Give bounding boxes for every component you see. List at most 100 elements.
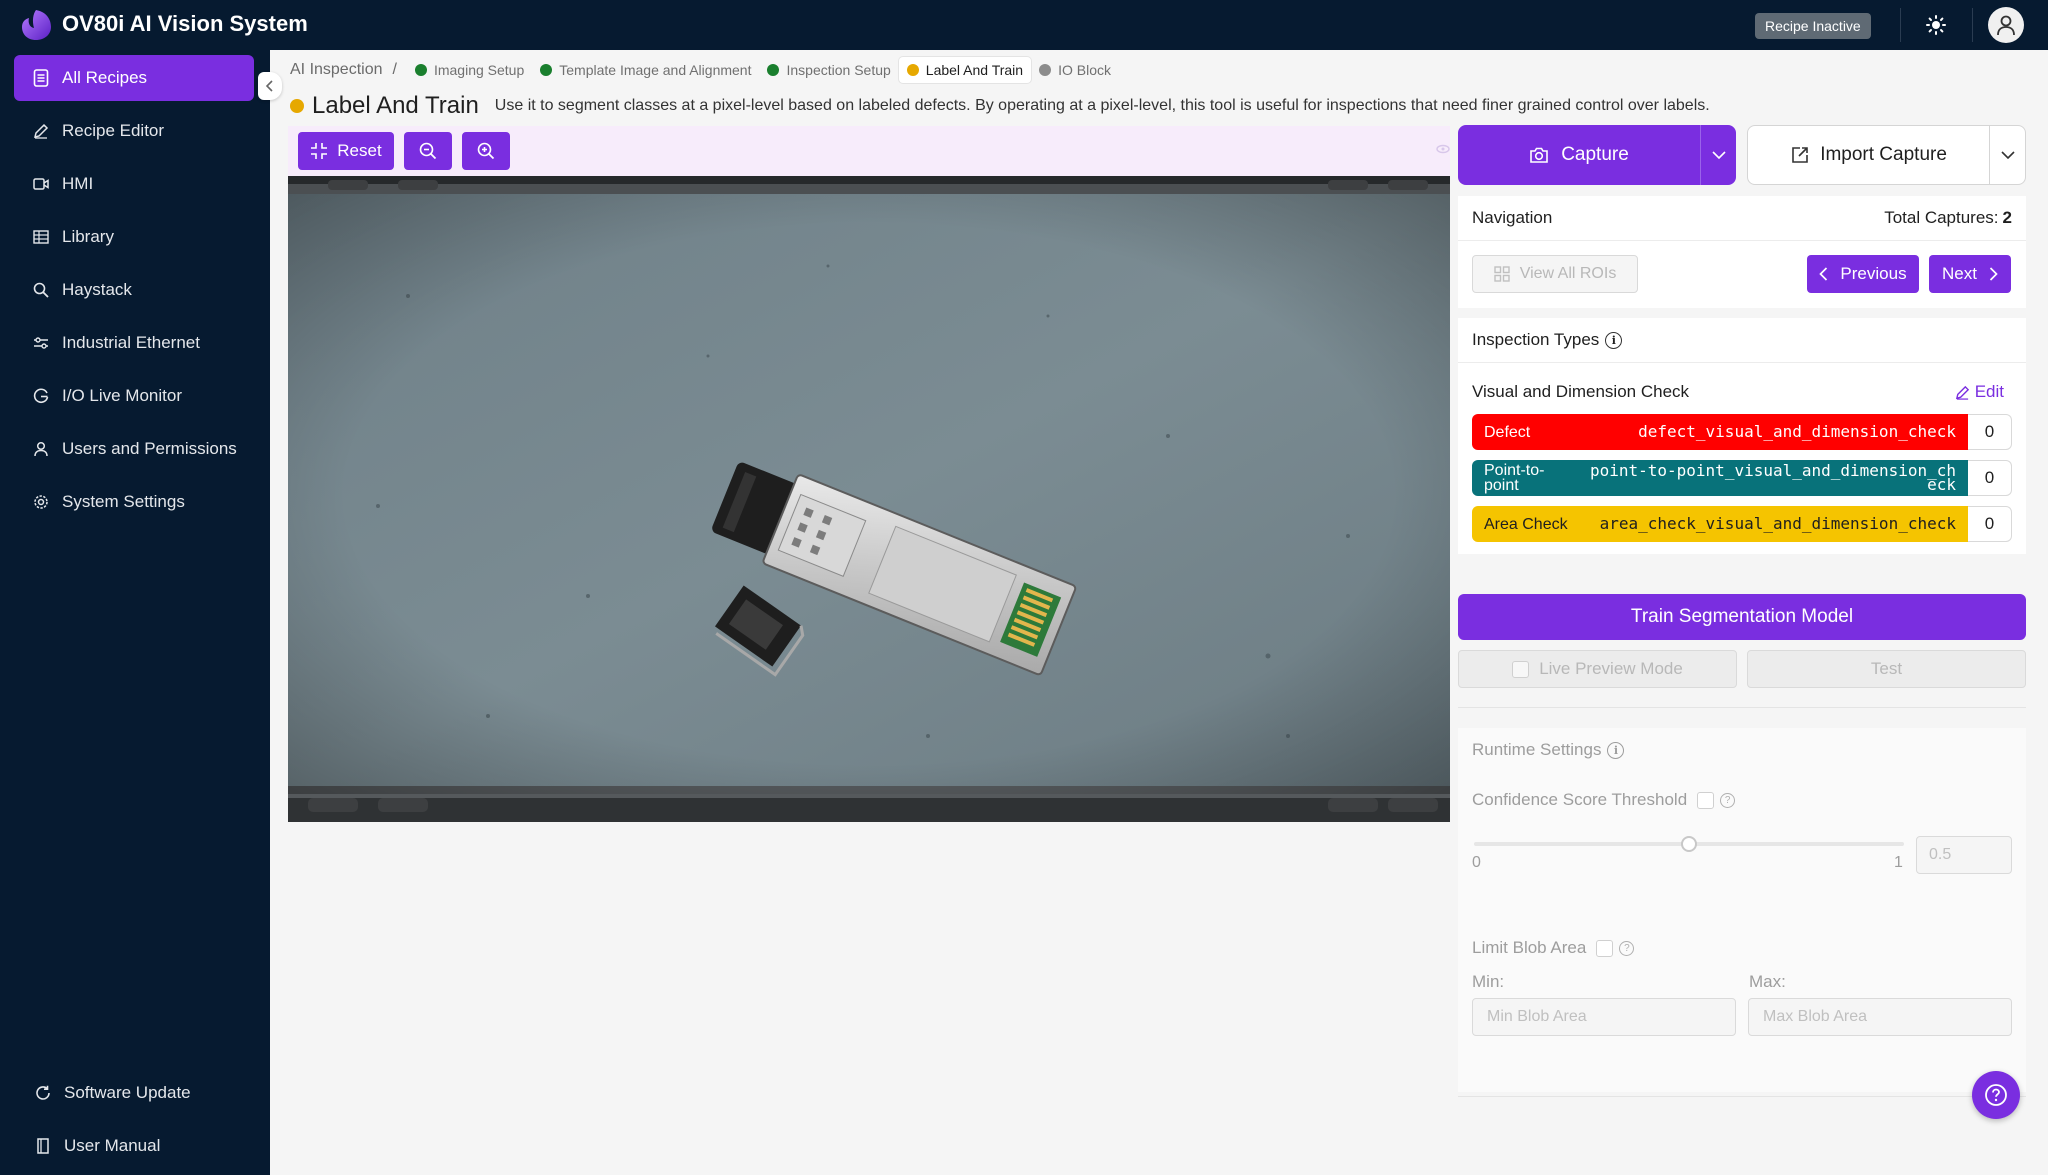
previous-label: Previous xyxy=(1840,264,1907,283)
sidebar-item-software-update[interactable]: Software Update xyxy=(14,1070,254,1116)
total-captures-label: Total Captures: xyxy=(1884,208,1999,227)
sidebar-item-label: All Recipes xyxy=(62,68,148,87)
sidebar-item-industrial-ethernet[interactable]: Industrial Ethernet xyxy=(14,320,254,366)
total-captures: Total Captures: 2 xyxy=(1884,208,2012,228)
capture-button[interactable]: Capture xyxy=(1458,125,1700,185)
confidence-threshold-label: Confidence Score Threshold xyxy=(1472,790,1688,809)
status-dot xyxy=(414,64,427,76)
inspection-types-title: Inspection Types xyxy=(1472,330,1600,349)
page-title: Label And Train xyxy=(312,92,479,119)
chevron-left-icon xyxy=(1819,267,1828,281)
inspection-type-row-defect[interactable]: Defect defect_visual_and_dimension_check… xyxy=(1472,414,2012,450)
canvas-toolbar: Reset xyxy=(288,126,1450,176)
class-chip[interactable]: Area Check area_check_visual_and_dimensi… xyxy=(1472,506,1968,542)
class-short-name: Point-to-point xyxy=(1484,462,1545,494)
class-chip[interactable]: Defect defect_visual_and_dimension_check xyxy=(1472,414,1968,450)
help-icon[interactable]: ? xyxy=(1720,792,1736,808)
step-label: Imaging Setup xyxy=(433,62,525,78)
next-button[interactable]: Next xyxy=(1929,255,2011,293)
test-button[interactable]: Test xyxy=(1747,650,2026,688)
gauge-icon xyxy=(32,387,50,405)
status-dot xyxy=(906,64,919,76)
user-avatar-button[interactable] xyxy=(1988,7,2024,43)
confidence-threshold-row: Confidence Score Threshold ? xyxy=(1472,790,1736,810)
min-blob-label: Min: xyxy=(1472,972,1505,991)
question-circle-icon xyxy=(1985,1084,2007,1106)
pencil-icon xyxy=(1955,385,1969,400)
eye-icon[interactable] xyxy=(1436,144,1450,154)
sidebar-item-hmi[interactable]: HMI xyxy=(14,161,254,207)
divider xyxy=(1458,362,2026,363)
step-label: Label And Train xyxy=(925,62,1024,78)
sidebar-item-user-manual[interactable]: User Manual xyxy=(14,1123,254,1169)
zoom-in-button[interactable] xyxy=(462,132,510,170)
step-template-image-and-alignment[interactable]: Template Image and Alignment xyxy=(532,57,759,83)
capture-image-canvas[interactable] xyxy=(288,176,1450,822)
theme-toggle-button[interactable] xyxy=(1918,7,1954,43)
runtime-settings-header: Runtime Settings i xyxy=(1472,740,1625,760)
sidebar-item-all-recipes[interactable]: All Recipes xyxy=(14,55,254,101)
step-io-block[interactable]: IO Block xyxy=(1031,57,1119,83)
gear-icon xyxy=(32,493,50,511)
sidebar-item-library[interactable]: Library xyxy=(14,214,254,260)
sidebar-item-users-and-permissions[interactable]: Users and Permissions xyxy=(14,426,254,472)
reset-button[interactable]: Reset xyxy=(298,132,394,170)
sidebar-collapse-button[interactable] xyxy=(258,72,282,100)
max-blob-area-input[interactable]: Max Blob Area xyxy=(1748,998,2012,1036)
total-captures-value: 2 xyxy=(2002,208,2012,227)
app-logo-icon xyxy=(22,10,51,40)
grid-icon xyxy=(1493,266,1510,282)
step-imaging-setup[interactable]: Imaging Setup xyxy=(407,57,532,83)
sidebar-item-label: I/O Live Monitor xyxy=(62,386,182,405)
info-icon[interactable]: i xyxy=(1607,741,1625,759)
collapse-arrows-icon xyxy=(311,143,328,159)
sidebar-item-label: Library xyxy=(62,227,114,246)
book-icon xyxy=(34,1137,52,1155)
user-icon xyxy=(32,440,50,458)
status-dot xyxy=(540,64,553,76)
edit-inspection-types-button[interactable]: Edit xyxy=(1955,382,2004,402)
limit-blob-area-row: Limit Blob Area ? xyxy=(1472,938,1635,958)
info-icon[interactable]: i xyxy=(1605,331,1623,349)
live-preview-mode-toggle[interactable]: Live Preview Mode xyxy=(1458,650,1737,688)
view-all-rois-button[interactable]: View All ROIs xyxy=(1472,255,1638,293)
help-icon[interactable]: ? xyxy=(1619,940,1635,956)
train-segmentation-model-button[interactable]: Train Segmentation Model xyxy=(1458,594,2026,640)
class-name: defect_visual_and_dimension_check xyxy=(1638,422,1956,441)
sidebar-item-system-settings[interactable]: System Settings xyxy=(14,479,254,525)
reset-label: Reset xyxy=(337,141,382,160)
min-blob-area-input[interactable]: Min Blob Area xyxy=(1472,998,1736,1036)
step-label: IO Block xyxy=(1058,62,1111,78)
sidebar-item-io-live-monitor[interactable]: I/O Live Monitor xyxy=(14,373,254,419)
video-camera-icon xyxy=(32,175,50,193)
inspection-group-name: Visual and Dimension Check xyxy=(1472,382,1690,401)
confidence-slider[interactable] xyxy=(1474,836,1904,852)
breadcrumb-root[interactable]: AI Inspection xyxy=(290,61,383,79)
capture-options-dropdown[interactable] xyxy=(1701,125,1736,185)
inspection-type-row-point-to-point[interactable]: Point-to-point point-to-point_visual_and… xyxy=(1472,460,2012,496)
slider-thumb[interactable] xyxy=(1681,836,1697,852)
divider xyxy=(1458,240,2026,241)
class-name: point-to-point_visual_and_dimension_chec… xyxy=(1589,461,1956,494)
step-inspection-setup[interactable]: Inspection Setup xyxy=(759,57,898,83)
import-options-dropdown[interactable] xyxy=(1990,126,2025,184)
import-capture-button[interactable]: Import Capture xyxy=(1748,126,1989,184)
pencil-icon xyxy=(32,122,50,140)
zoom-out-button[interactable] xyxy=(404,132,452,170)
limit-blob-area-checkbox[interactable] xyxy=(1596,939,1614,957)
view-all-rois-label: View All ROIs xyxy=(1519,265,1617,282)
previous-button[interactable]: Previous xyxy=(1807,255,1919,293)
inspection-type-row-area-check[interactable]: Area Check area_check_visual_and_dimensi… xyxy=(1472,506,2012,542)
captured-part-image xyxy=(288,176,1450,822)
edit-label: Edit xyxy=(1974,382,2004,401)
step-label: Template Image and Alignment xyxy=(559,62,752,78)
sidebar-item-recipe-editor[interactable]: Recipe Editor xyxy=(14,108,254,154)
step-label-and-train[interactable]: Label And Train xyxy=(898,57,1032,83)
help-button[interactable] xyxy=(1972,1071,2020,1119)
live-preview-checkbox[interactable] xyxy=(1512,660,1530,678)
confidence-value-input[interactable]: 0.5 xyxy=(1916,836,2012,874)
class-count: 0 xyxy=(1968,414,2012,450)
sidebar-item-haystack[interactable]: Haystack xyxy=(14,267,254,313)
confidence-threshold-checkbox[interactable] xyxy=(1697,791,1715,809)
class-chip[interactable]: Point-to-point point-to-point_visual_and… xyxy=(1472,460,1968,496)
